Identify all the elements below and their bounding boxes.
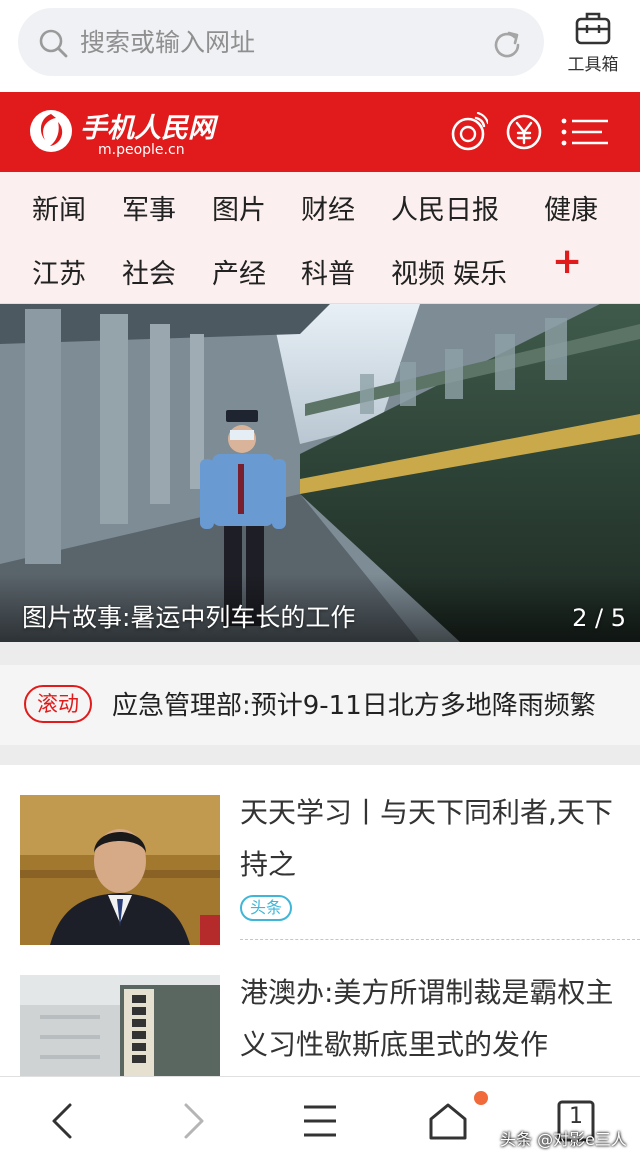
nav-item-news[interactable]: 新闻 bbox=[32, 188, 86, 227]
carousel-pager: 2 / 5 bbox=[572, 604, 626, 632]
nav-item-health[interactable]: 健康 bbox=[544, 188, 598, 227]
toolbox-icon bbox=[575, 12, 611, 45]
nav-item-finance[interactable]: 财经 bbox=[301, 188, 355, 227]
hero-carousel[interactable]: 图片故事:暑运中列车长的工作 2 / 5 bbox=[0, 304, 640, 642]
nav-item-photos[interactable]: 图片 bbox=[212, 188, 266, 227]
search-icon bbox=[39, 29, 68, 58]
menu-lines-icon[interactable] bbox=[298, 1099, 342, 1143]
hero-caption[interactable]: 图片故事:暑运中列车长的工作 bbox=[22, 598, 355, 634]
home-icon[interactable] bbox=[426, 1099, 470, 1143]
nav-item-society[interactable]: 社会 bbox=[122, 252, 176, 291]
logo-text: 手机人民网 bbox=[80, 113, 215, 144]
nav-item-jiangsu[interactable]: 江苏 bbox=[32, 252, 86, 291]
list-item[interactable]: 港澳办:美方所谓制裁是霸权主义习性歇斯底里式的发作 bbox=[0, 965, 640, 1125]
toolbox-button[interactable]: 工具箱 bbox=[556, 8, 630, 80]
nav-item-video[interactable]: 视频 bbox=[391, 252, 445, 291]
logo-url: m.people.cn bbox=[98, 142, 185, 158]
article-title[interactable]: 天天学习丨与天下同利者,天下持之 bbox=[240, 787, 620, 891]
list-item[interactable]: 天天学习丨与天下同利者,天下持之 头条 bbox=[0, 765, 640, 965]
nav-item-peoples-daily[interactable]: 人民日报 bbox=[391, 188, 499, 227]
news-ticker[interactable]: 滚动 应急管理部:预计9-11日北方多地降雨频繁 bbox=[0, 665, 640, 745]
nav-item-entertainment[interactable]: 娱乐 bbox=[453, 252, 507, 291]
refresh-icon[interactable] bbox=[490, 28, 524, 62]
ticker-badge: 滚动 bbox=[24, 685, 92, 723]
ticker-headline[interactable]: 应急管理部:预计9-11日北方多地降雨频繁 bbox=[112, 685, 632, 722]
article-title[interactable]: 港澳办:美方所谓制裁是霸权主义习性歇斯底里式的发作 bbox=[240, 967, 620, 1071]
divider bbox=[240, 939, 640, 940]
forward-icon[interactable] bbox=[170, 1099, 214, 1143]
category-nav: 新闻 军事 图片 财经 人民日报 健康 江苏 社会 产经 科普 视频 娱乐 bbox=[0, 172, 640, 304]
notification-dot bbox=[474, 1091, 488, 1105]
nav-item-military[interactable]: 军事 bbox=[122, 188, 176, 227]
headline-tag: 头条 bbox=[240, 895, 293, 921]
logo-mark-icon bbox=[30, 110, 72, 152]
toolbox-label: 工具箱 bbox=[567, 55, 619, 75]
section-gap bbox=[0, 745, 640, 765]
back-icon[interactable] bbox=[42, 1099, 86, 1143]
search-input[interactable] bbox=[80, 20, 480, 64]
site-header: 手机人民网 m.people.cn bbox=[0, 92, 640, 172]
finance-icon[interactable] bbox=[504, 112, 544, 152]
nav-more-button[interactable]: + bbox=[552, 244, 582, 280]
top-bar: 工具箱 bbox=[0, 0, 640, 92]
menu-icon[interactable] bbox=[560, 112, 612, 152]
watermark: 头条 @对影e三人 bbox=[500, 1130, 627, 1149]
nav-item-industry[interactable]: 产经 bbox=[212, 252, 266, 291]
section-gap bbox=[0, 642, 640, 665]
broadcast-icon[interactable] bbox=[448, 112, 488, 152]
article-thumbnail bbox=[20, 795, 220, 945]
address-bar[interactable] bbox=[18, 8, 544, 76]
nav-item-science[interactable]: 科普 bbox=[301, 252, 355, 291]
